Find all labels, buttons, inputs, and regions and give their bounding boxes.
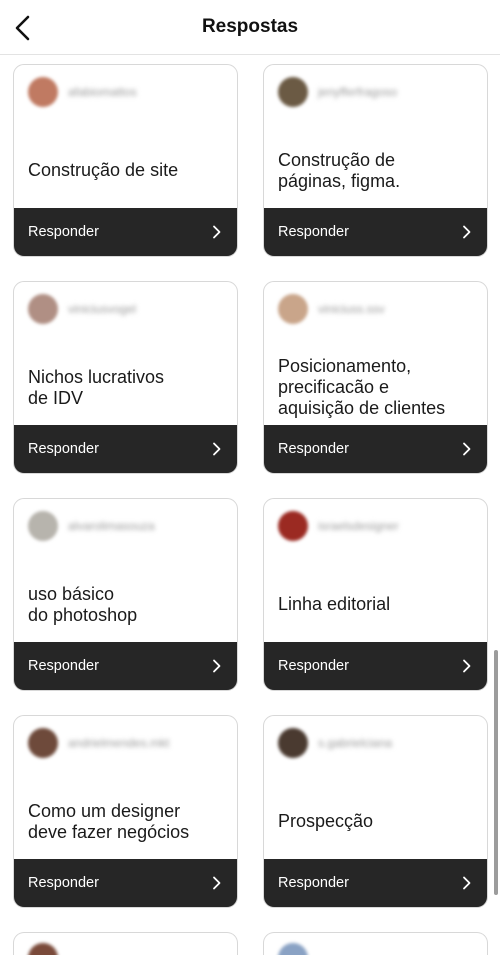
response-card: jenyfferfragoso Construção de páginas, f… <box>263 64 488 257</box>
avatar <box>278 943 308 955</box>
respond-label: Responder <box>28 658 99 674</box>
respond-button[interactable]: Responder <box>14 208 237 256</box>
card-content: israelsdesigner Linha editorial <box>264 499 487 642</box>
chevron-right-icon <box>463 876 471 890</box>
respond-button[interactable]: Responder <box>264 859 487 907</box>
avatar <box>28 77 58 107</box>
responses-grid: afabiomattos Construção de site Responde… <box>0 56 500 955</box>
question-text: Construção de site <box>28 160 179 180</box>
chevron-right-icon <box>213 442 221 456</box>
respond-label: Responder <box>278 224 349 240</box>
avatar <box>278 77 308 107</box>
response-card <box>263 932 488 955</box>
respond-label: Responder <box>278 441 349 457</box>
username: viniciuss.ssv <box>318 302 385 316</box>
chevron-right-icon <box>463 442 471 456</box>
username: viniciusvogel <box>68 302 137 316</box>
page-title: Respostas <box>201 16 299 37</box>
chevron-right-icon <box>463 225 471 239</box>
respond-button[interactable]: Responder <box>264 208 487 256</box>
respond-label: Responder <box>28 875 99 891</box>
username: afabiomattos <box>68 85 137 99</box>
avatar <box>278 294 308 324</box>
avatar <box>278 728 308 758</box>
avatar <box>278 511 308 541</box>
avatar <box>28 728 58 758</box>
respond-button[interactable]: Responder <box>14 642 237 690</box>
question-text: Como um designer deve fazer negócios <box>28 800 190 842</box>
card-content: andrielmendes.mkt Como um designer deve … <box>14 716 237 859</box>
username: alvarolimasouza <box>68 519 155 533</box>
username: andrielmendes.mkt <box>68 736 170 750</box>
scrollbar[interactable] <box>494 650 498 895</box>
card-content: viniciuss.ssv Posicionamento, precificac… <box>264 282 487 425</box>
chevron-right-icon <box>213 876 221 890</box>
question-text: Prospecção <box>278 811 374 831</box>
avatar <box>28 943 58 955</box>
respond-label: Responder <box>278 875 349 891</box>
respond-button[interactable]: Responder <box>14 425 237 473</box>
chevron-right-icon <box>213 659 221 673</box>
card-content: afabiomattos Construção de site <box>14 65 237 208</box>
respond-label: Responder <box>278 658 349 674</box>
chevron-right-icon <box>213 225 221 239</box>
card-content: alvarolimasouza uso básico do photoshop <box>14 499 237 642</box>
card-content: s.gabrielciana Prospecção <box>264 716 487 859</box>
response-card: viniciuss.ssv Posicionamento, precificac… <box>263 281 488 474</box>
avatar <box>28 511 58 541</box>
header: Respostas <box>0 0 500 55</box>
question-text: Nichos lucrativos de IDV <box>28 366 165 408</box>
respond-label: Responder <box>28 441 99 457</box>
card-content: jenyfferfragoso Construção de páginas, f… <box>264 65 487 208</box>
card-content: viniciusvogel Nichos lucrativos de IDV <box>14 282 237 425</box>
response-card: alvarolimasouza uso básico do photoshop … <box>13 498 238 691</box>
response-card: viniciusvogel Nichos lucrativos de IDV R… <box>13 281 238 474</box>
response-card: s.gabrielciana Prospecção Responder <box>263 715 488 908</box>
question-text: Linha editorial <box>278 594 391 614</box>
question-text: Posicionamento, precificacão e aquisição… <box>278 356 446 418</box>
username: israelsdesigner <box>318 519 399 533</box>
question-text: uso básico do photoshop <box>28 583 138 625</box>
avatar <box>28 294 58 324</box>
response-card <box>13 932 238 955</box>
question-text: Construção de páginas, figma. <box>278 149 401 191</box>
respond-button[interactable]: Responder <box>14 859 237 907</box>
response-card: andrielmendes.mkt Como um designer deve … <box>13 715 238 908</box>
username: s.gabrielciana <box>318 736 393 750</box>
respond-button[interactable]: Responder <box>264 425 487 473</box>
chevron-right-icon <box>463 659 471 673</box>
response-card: afabiomattos Construção de site Responde… <box>13 64 238 257</box>
response-card: israelsdesigner Linha editorial Responde… <box>263 498 488 691</box>
respond-label: Responder <box>28 224 99 240</box>
username: jenyfferfragoso <box>318 85 398 99</box>
respond-button[interactable]: Responder <box>264 642 487 690</box>
